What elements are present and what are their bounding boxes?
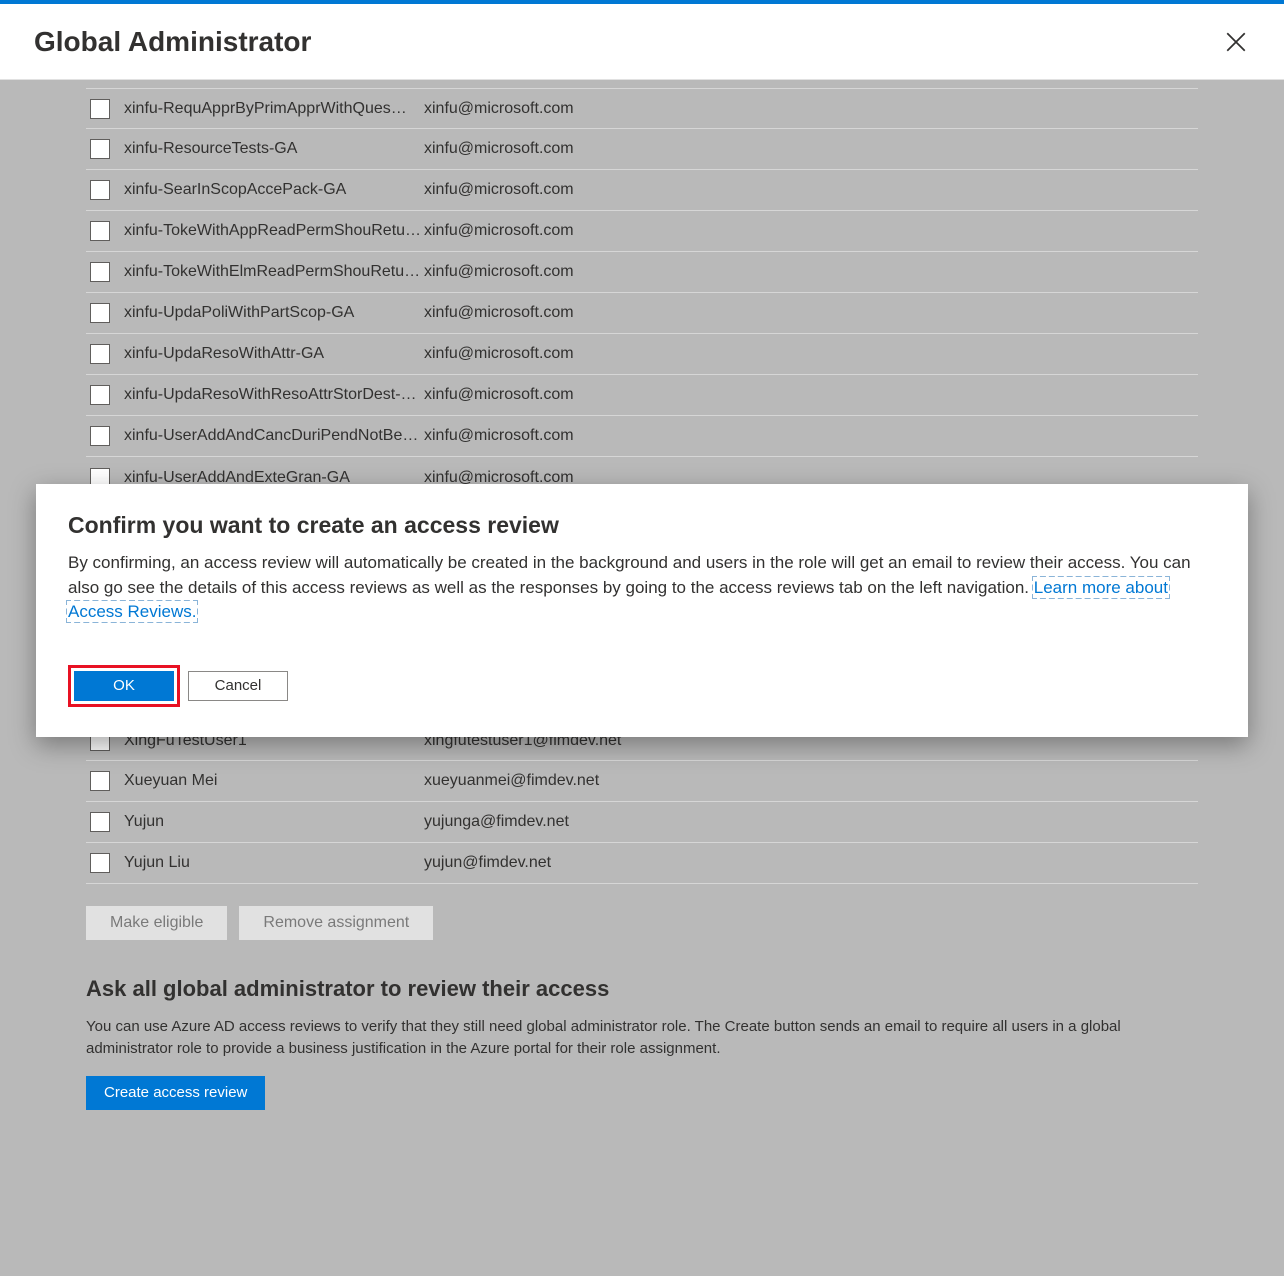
user-name: xinfu-TokeWithElmReadPermShouRetu… xyxy=(124,263,424,281)
user-email: yujunga@fimdev.net xyxy=(424,813,569,831)
review-section-desc: You can use Azure AD access reviews to v… xyxy=(86,1016,1198,1060)
create-access-review-button[interactable]: Create access review xyxy=(86,1076,265,1110)
user-email: xinfu@microsoft.com xyxy=(424,181,574,199)
panel-body: ▲ xinfu-RequApprByPrimApprWithQues…xinfu… xyxy=(0,80,1284,1276)
ok-button[interactable]: OK xyxy=(74,671,174,701)
checkbox[interactable] xyxy=(90,426,110,446)
user-name: Xueyuan Mei xyxy=(124,772,424,790)
table-row[interactable]: xinfu-SearInScopAccePack-GAxinfu@microso… xyxy=(86,170,1198,211)
user-name: xinfu-UserAddAndCancDuriPendNotBe… xyxy=(124,427,424,445)
panel-header: Global Administrator xyxy=(0,4,1284,80)
checkbox[interactable] xyxy=(90,812,110,832)
checkbox[interactable] xyxy=(90,99,110,119)
user-name: xinfu-UpdaResoWithResoAttrStorDest-… xyxy=(124,386,424,404)
table-row[interactable]: xinfu-UpdaPoliWithPartScop-GAxinfu@micro… xyxy=(86,293,1198,334)
table-row[interactable]: Yujun Liuyujun@fimdev.net xyxy=(86,843,1198,884)
table-row[interactable]: xinfu-TokeWithAppReadPermShouRetu…xinfu@… xyxy=(86,211,1198,252)
user-email: xinfu@microsoft.com xyxy=(424,263,574,281)
table-row[interactable]: xinfu-ResourceTests-GAxinfu@microsoft.co… xyxy=(86,129,1198,170)
checkbox[interactable] xyxy=(90,385,110,405)
user-name: xinfu-TokeWithAppReadPermShouRetu… xyxy=(124,222,424,240)
checkbox[interactable] xyxy=(90,303,110,323)
table-row[interactable]: Xueyuan Meixueyuanmei@fimdev.net xyxy=(86,761,1198,802)
user-name: xinfu-ResourceTests-GA xyxy=(124,140,424,158)
dialog-description: By confirming, an access review will aut… xyxy=(68,551,1216,625)
table-row[interactable]: xinfu-UserAddAndCancDuriPendNotBe…xinfu@… xyxy=(86,416,1198,457)
user-email: xinfu@microsoft.com xyxy=(424,427,574,445)
checkbox[interactable] xyxy=(90,139,110,159)
user-email: xinfu@microsoft.com xyxy=(424,386,574,404)
panel-title: Global Administrator xyxy=(34,26,311,58)
user-table-bottom: XingFuTestUser1xingfutestuser1@fimdev.ne… xyxy=(86,720,1198,884)
remove-assignment-button[interactable]: Remove assignment xyxy=(239,906,433,940)
user-email: xueyuanmei@fimdev.net xyxy=(424,772,599,790)
dialog-actions: OK Cancel xyxy=(68,665,1216,707)
checkbox[interactable] xyxy=(90,262,110,282)
checkbox[interactable] xyxy=(90,771,110,791)
user-email: yujun@fimdev.net xyxy=(424,854,551,872)
checkbox[interactable] xyxy=(90,344,110,364)
table-row[interactable]: Yujunyujunga@fimdev.net xyxy=(86,802,1198,843)
user-email: xinfu@microsoft.com xyxy=(424,222,574,240)
make-eligible-button[interactable]: Make eligible xyxy=(86,906,227,940)
user-name: Yujun xyxy=(124,813,424,831)
user-email: xinfu@microsoft.com xyxy=(424,345,574,363)
ok-button-highlight: OK xyxy=(68,665,180,707)
user-table-top: xinfu-RequApprByPrimApprWithQues…xinfu@m… xyxy=(86,88,1198,498)
confirm-dialog: Confirm you want to create an access rev… xyxy=(36,484,1248,737)
user-name: xinfu-UpdaPoliWithPartScop-GA xyxy=(124,304,424,322)
review-section-title: Ask all global administrator to review t… xyxy=(86,976,1198,1002)
user-name: xinfu-SearInScopAccePack-GA xyxy=(124,181,424,199)
close-icon[interactable] xyxy=(1226,32,1246,52)
user-email: xinfu@microsoft.com xyxy=(424,100,574,118)
checkbox[interactable] xyxy=(90,180,110,200)
user-name: Yujun Liu xyxy=(124,854,424,872)
checkbox[interactable] xyxy=(90,221,110,241)
table-row[interactable]: xinfu-RequApprByPrimApprWithQues…xinfu@m… xyxy=(86,88,1198,129)
user-name: xinfu-UpdaResoWithAttr-GA xyxy=(124,345,424,363)
table-row[interactable]: xinfu-TokeWithElmReadPermShouRetu…xinfu@… xyxy=(86,252,1198,293)
dialog-title: Confirm you want to create an access rev… xyxy=(68,512,1216,539)
table-row[interactable]: xinfu-UpdaResoWithAttr-GAxinfu@microsoft… xyxy=(86,334,1198,375)
user-name: xinfu-RequApprByPrimApprWithQues… xyxy=(124,100,424,118)
table-row[interactable]: xinfu-UpdaResoWithResoAttrStorDest-…xinf… xyxy=(86,375,1198,416)
user-email: xinfu@microsoft.com xyxy=(424,140,574,158)
checkbox[interactable] xyxy=(90,853,110,873)
cancel-button[interactable]: Cancel xyxy=(188,671,288,701)
dialog-desc-text: By confirming, an access review will aut… xyxy=(68,553,1191,597)
user-email: xinfu@microsoft.com xyxy=(424,304,574,322)
action-bar: Make eligible Remove assignment xyxy=(86,906,1198,940)
